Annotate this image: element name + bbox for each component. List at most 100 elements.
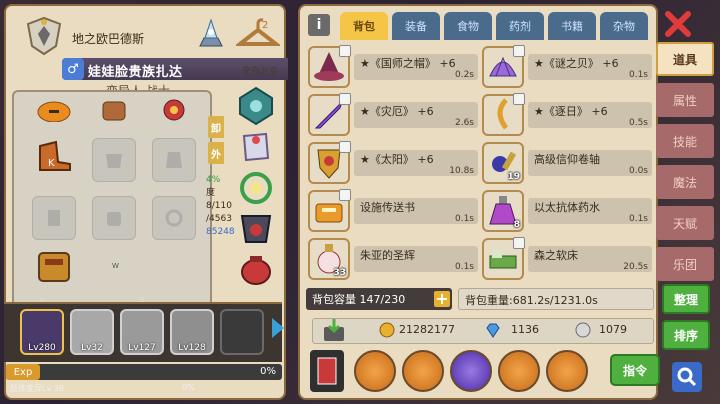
list-item[interactable]: ★《太阳》 +6 10.8s: [308, 141, 478, 184]
nav-items[interactable]: 道具: [656, 42, 714, 76]
equipment-grid: K W: [12, 90, 212, 308]
hero-level: Lv127: [128, 343, 156, 353]
search-button[interactable]: [672, 362, 702, 392]
silver-amount: 1079: [599, 323, 627, 336]
list-item[interactable]: ★《谜之贝》 +6 0.1s: [482, 45, 652, 88]
strike-skill-button[interactable]: [498, 350, 540, 392]
origin-label: 来自北京: [242, 67, 279, 77]
gold-amount: 21282177: [399, 323, 455, 336]
red-book-icon[interactable]: [310, 350, 344, 392]
teal-gem-icon[interactable]: [236, 86, 276, 126]
wizard-hat-icon: [308, 45, 351, 88]
character-title: 娃娃脸贵族扎达: [88, 65, 183, 80]
green-ring-icon[interactable]: [236, 168, 276, 208]
nav-attributes[interactable]: 属性: [656, 83, 714, 117]
hero-portrait[interactable]: Lv32: [70, 309, 114, 355]
sun-shield-icon: [308, 141, 351, 184]
exp-percent: 0%: [260, 366, 276, 377]
side-tags: 卸 外: [208, 116, 224, 168]
item-name: ★《谜之贝》 +6: [534, 57, 619, 70]
attack-skill-button[interactable]: [354, 350, 396, 392]
hero-level: Lv128: [178, 343, 206, 353]
stash-download-icon[interactable]: [321, 317, 347, 343]
hero-portrait[interactable]: Lv128: [170, 309, 214, 355]
currency-bar: 21282177 1136 1079: [312, 318, 654, 344]
empty-armor-slot[interactable]: [152, 138, 196, 182]
hero-level: Lv280: [28, 343, 56, 353]
skill-percent: 0%: [182, 383, 195, 392]
hanger-icon[interactable]: 2: [236, 16, 280, 52]
hero-portrait[interactable]: Lv280: [20, 309, 64, 355]
list-item[interactable]: 森之软床 20.5s: [482, 237, 652, 280]
slot-hint-label: W: [112, 262, 119, 270]
stat-fragment: /4563: [206, 214, 232, 224]
search-icon: [677, 367, 697, 387]
arrange-button[interactable]: 整理: [662, 284, 710, 314]
gauntlet-right-icon[interactable]: [236, 126, 276, 166]
pumpkin-helmet-icon[interactable]: [32, 88, 76, 132]
tab-equipment[interactable]: 装备: [392, 12, 440, 40]
tab-bag[interactable]: 背包: [340, 12, 388, 40]
expand-bag-button[interactable]: +: [434, 291, 450, 307]
list-item[interactable]: 8 以太抗体药水 0.1s: [482, 190, 652, 232]
purple-sword-icon: [308, 93, 351, 136]
crystal-pedestal-icon[interactable]: [192, 16, 230, 52]
bed-icon: [482, 237, 525, 280]
stat-fragment: 度: [206, 188, 216, 198]
list-item[interactable]: 33 朱亚的圣辉 0.1s: [308, 238, 478, 280]
hero-portrait[interactable]: Lv127: [120, 309, 164, 355]
gauntlet-icon[interactable]: [92, 88, 136, 132]
guild-emblem-icon[interactable]: [24, 16, 64, 56]
tab-food[interactable]: 食物: [444, 12, 492, 40]
empty-glove-slot[interactable]: [92, 196, 136, 240]
item-name: ★《灾厄》 +6: [360, 105, 434, 118]
weapon-skill-button[interactable]: [402, 350, 444, 392]
dark-armor-icon[interactable]: [236, 208, 276, 248]
list-item[interactable]: ★《逐日》 +6 0.5s: [482, 93, 652, 136]
list-item[interactable]: ★《灾厄》 +6 2.6s: [308, 93, 478, 136]
shell-icon: [482, 45, 525, 88]
tab-books[interactable]: 书籍: [548, 12, 596, 40]
tab-potion[interactable]: 药剂: [496, 12, 544, 40]
arrow-right-icon[interactable]: [272, 318, 284, 338]
hero-slot-letter: D: [139, 296, 145, 304]
close-icon[interactable]: [664, 10, 692, 38]
bag-weight: 背包重量:681.2s/1231.0s: [458, 288, 654, 310]
gold-coin-icon: [379, 322, 395, 338]
nav-talent[interactable]: 天赋: [656, 206, 714, 240]
defense-skill-button[interactable]: [450, 350, 492, 392]
stat-fragment: 4%: [206, 175, 221, 185]
nav-magic[interactable]: 魔法: [656, 165, 714, 199]
side-tag-unequip[interactable]: 卸: [208, 116, 224, 138]
empty-accessory-slot[interactable]: [32, 196, 76, 240]
skill-bar: 肢体变异Lv 36 0%: [6, 382, 282, 396]
boots-icon[interactable]: K: [32, 134, 76, 178]
tab-misc[interactable]: 杂物: [600, 12, 648, 40]
side-tag-outer[interactable]: 外: [208, 142, 224, 164]
sort-button[interactable]: 排序: [662, 320, 710, 350]
hero-level: Lv32: [81, 343, 103, 353]
info-button[interactable]: i: [308, 14, 330, 36]
empty-ring-slot[interactable]: [152, 196, 196, 240]
red-amulet-icon[interactable]: [152, 88, 196, 132]
nav-band[interactable]: 乐团: [656, 247, 714, 281]
nav-skills[interactable]: 技能: [656, 124, 714, 158]
list-item[interactable]: 19 高级信仰卷轴 0.0s: [482, 142, 652, 184]
stat-fragments: 4% 度 8/110 /4563 85248: [206, 174, 235, 239]
stat-fragment: 8/110: [206, 201, 232, 211]
item-name: 高级信仰卷轴: [534, 153, 600, 166]
list-item[interactable]: 设施传送书 0.1s: [308, 189, 478, 232]
book-icon: [308, 189, 351, 232]
item-name: ★《太阳》 +6: [360, 153, 434, 166]
item-time: 0.5s: [628, 118, 648, 128]
svg-text:2: 2: [262, 20, 268, 31]
list-item[interactable]: ★《国师之帽》 +6 0.2s: [308, 45, 478, 88]
hand-skill-button[interactable]: [546, 350, 588, 392]
command-button[interactable]: 指令: [610, 354, 660, 386]
empty-hero-slot[interactable]: [220, 309, 264, 355]
red-pouch-icon[interactable]: [236, 248, 276, 288]
empty-chest-slot[interactable]: [92, 138, 136, 182]
item-time: 20.5s: [623, 262, 648, 272]
armor-piece-icon[interactable]: [32, 244, 76, 288]
item-time: 0.1s: [454, 262, 474, 272]
